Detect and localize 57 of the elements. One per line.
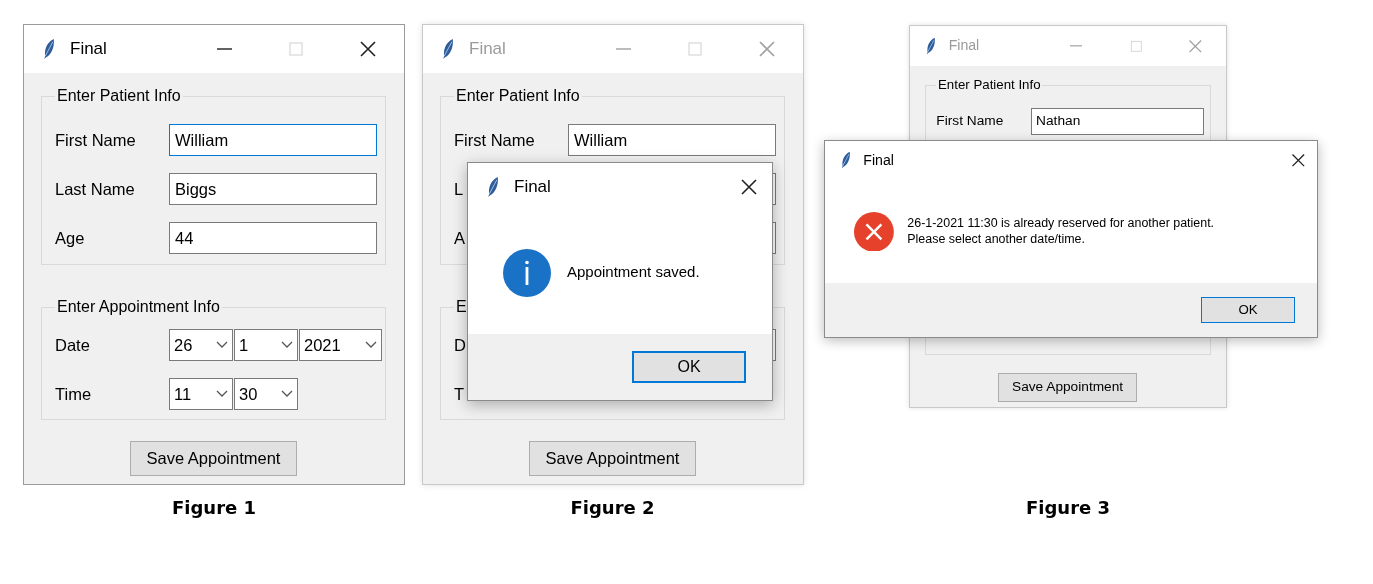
maximize-icon xyxy=(685,39,705,59)
minimize-icon xyxy=(216,48,232,50)
save-button[interactable]: Save Appointment xyxy=(529,441,696,476)
minimize-icon xyxy=(1069,45,1083,47)
save-button[interactable]: Save Appointment xyxy=(130,441,297,476)
error-icon xyxy=(854,211,895,252)
figure-caption: Figure 2 xyxy=(570,496,655,520)
dropdown[interactable]: 11 xyxy=(169,378,233,410)
ok-button[interactable]: OK xyxy=(632,351,746,383)
input-field[interactable]: William xyxy=(169,124,377,156)
field-label: L xyxy=(454,179,464,198)
feather-icon xyxy=(486,176,500,198)
field-label: D xyxy=(454,335,466,354)
feather-icon xyxy=(42,38,56,60)
dialog-title: Final xyxy=(514,176,551,199)
dropdown[interactable]: 26 xyxy=(169,329,233,361)
chevron-icon xyxy=(281,390,293,398)
field-label: Date xyxy=(55,335,90,354)
chevron-icon xyxy=(216,341,228,349)
dropdown[interactable]: 1 xyxy=(234,329,298,361)
minimize-icon xyxy=(615,48,631,50)
input-field[interactable]: Biggs xyxy=(169,173,377,205)
chevron-icon xyxy=(281,341,293,349)
input-field[interactable]: 44 xyxy=(169,222,377,254)
feather-icon xyxy=(925,36,937,56)
field-label: First Name xyxy=(936,113,1004,129)
close-icon[interactable] xyxy=(739,177,759,197)
input-field[interactable]: Nathan xyxy=(1030,108,1204,135)
dropdown[interactable]: 2021 xyxy=(299,329,382,361)
window-title: Final xyxy=(70,38,107,61)
close-icon[interactable] xyxy=(1289,152,1307,169)
window-title: Final xyxy=(469,38,506,61)
dialog-message: Appointment saved. xyxy=(567,263,700,282)
close-icon[interactable] xyxy=(358,39,378,59)
dropdown[interactable]: 30 xyxy=(234,378,298,410)
save-button[interactable]: Save Appointment xyxy=(998,372,1137,402)
field-label: A xyxy=(454,228,465,247)
dialog-message: 26-1-2021 11:30 is already reserved for another patient. Please select another date/time. xyxy=(907,216,1215,248)
info-icon xyxy=(503,248,551,297)
maximize-icon xyxy=(286,39,306,59)
dialog-title: Final xyxy=(863,151,894,171)
field-label: First Name xyxy=(55,130,136,149)
ok-button[interactable]: OK xyxy=(1200,296,1296,324)
figure-caption: Figure 3 xyxy=(1025,496,1110,520)
feather-icon xyxy=(441,38,455,60)
group-title: Enter Appointment Info xyxy=(55,297,222,317)
chevron-icon xyxy=(365,341,377,349)
field-label: Time xyxy=(55,384,92,403)
field-label: Last Name xyxy=(55,179,135,198)
field-label: First Name xyxy=(454,130,535,149)
figure-caption: Figure 1 xyxy=(171,496,256,520)
chevron-icon xyxy=(216,390,228,398)
field-label: Age xyxy=(55,228,85,247)
feather-icon xyxy=(840,151,852,170)
window-title: Final xyxy=(948,36,980,56)
input-field[interactable]: William xyxy=(568,124,776,156)
field-label: T xyxy=(454,384,465,403)
